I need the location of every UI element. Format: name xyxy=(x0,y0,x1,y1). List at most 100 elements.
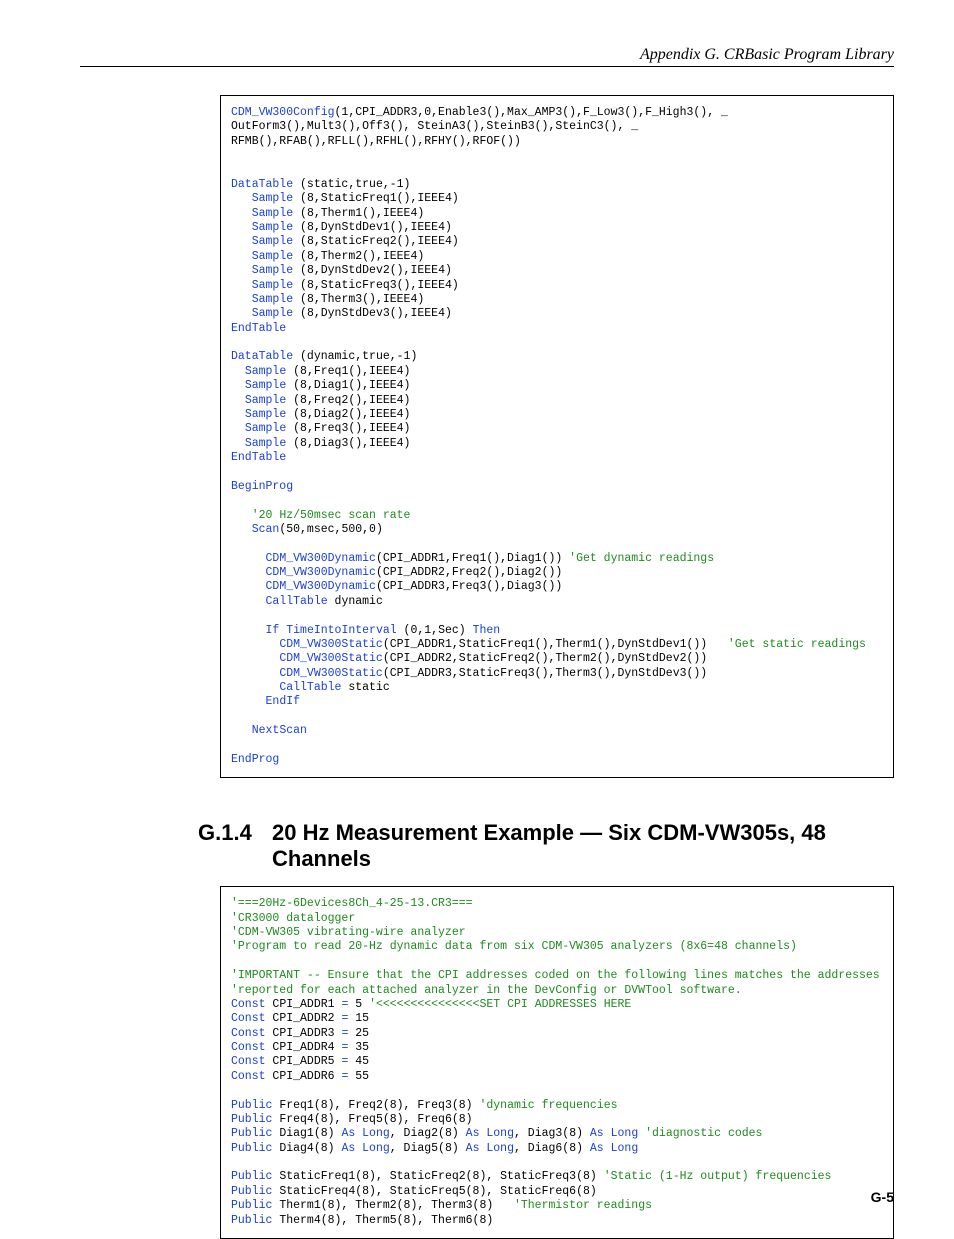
code-token: CallTable xyxy=(279,681,341,694)
code-token xyxy=(231,365,245,378)
code-token xyxy=(231,509,252,522)
code-token xyxy=(231,580,266,593)
code-token xyxy=(231,638,279,651)
code-token: As Long xyxy=(341,1127,389,1140)
code-token: CDM_VW300Static xyxy=(279,652,383,665)
code-token: '<<<<<<<<<<<<<<<SET CPI ADDRESSES HERE xyxy=(369,998,631,1011)
code-token: EndIf xyxy=(266,695,301,708)
code-token: , Diag5(8) xyxy=(390,1142,466,1155)
code-token: (static,true,-1) xyxy=(293,178,410,191)
section-heading: G.1.4 20 Hz Measurement Example — Six CD… xyxy=(198,820,894,872)
code-token xyxy=(231,279,252,292)
code-token: 'Static (1-Hz output) frequencies xyxy=(604,1170,832,1183)
code-token: CDM_VW300Static xyxy=(279,667,383,680)
section-title: 20 Hz Measurement Example — Six CDM-VW30… xyxy=(272,820,894,872)
code-token: Therm1(8), Therm2(8), Therm3(8) xyxy=(272,1199,514,1212)
code-token: Diag4(8) xyxy=(272,1142,341,1155)
code-token xyxy=(231,250,252,263)
code-token xyxy=(231,235,252,248)
code-token: 'Get static readings xyxy=(728,638,866,651)
running-header: Appendix G. CRBasic Program Library xyxy=(80,46,894,67)
code-token: Const xyxy=(231,1041,266,1054)
code-token: CPI_ADDR4 xyxy=(266,1041,342,1054)
code-token xyxy=(231,307,252,320)
code-token: , Diag6(8) xyxy=(514,1142,590,1155)
code-token: dynamic xyxy=(328,595,383,608)
code-token: Sample xyxy=(245,408,286,421)
code-token: Sample xyxy=(252,221,293,234)
code-token: (8,DynStdDev1(),IEEE4) xyxy=(293,221,452,234)
code-token: (8,Freq2(),IEEE4) xyxy=(286,394,410,407)
code-token xyxy=(231,695,266,708)
code-token: 'CR3000 datalogger xyxy=(231,912,355,925)
code-token: EndTable xyxy=(231,322,286,335)
code-token: StaticFreq1(8), StaticFreq2(8), StaticFr… xyxy=(272,1170,603,1183)
code-token: 45 xyxy=(348,1055,369,1068)
code-token: '20 Hz/50msec scan rate xyxy=(252,509,411,522)
code-token: CDM_VW300Dynamic xyxy=(266,580,376,593)
code-token: (50,msec,500,0) xyxy=(279,523,383,536)
code-token: OutForm3(),Mult3(),Off3(), SteinA3(),Ste… xyxy=(231,120,638,133)
code-token: Scan xyxy=(252,523,280,536)
code-token: Sample xyxy=(252,307,293,320)
section-number: G.1.4 xyxy=(198,820,272,872)
code-token: CDM_VW300Config xyxy=(231,106,335,119)
code-token: Freq1(8), Freq2(8), Freq3(8) xyxy=(272,1099,479,1112)
code-token xyxy=(231,437,245,450)
code-token: Public xyxy=(231,1113,272,1126)
code-listing-2: '===20Hz-6Devices8Ch_4-25-13.CR3=== 'CR3… xyxy=(220,886,894,1239)
code-token xyxy=(231,379,245,392)
code-token: (8,Freq1(),IEEE4) xyxy=(286,365,410,378)
code-token: EndProg xyxy=(231,753,279,766)
code-token xyxy=(231,523,252,536)
code-token: 55 xyxy=(348,1070,369,1083)
code-token: (1,CPI_ADDR3,0,Enable3(),Max_AMP3(),F_Lo… xyxy=(335,106,728,119)
code-token xyxy=(231,724,252,737)
code-token: As Long xyxy=(590,1142,638,1155)
code-token: Sample xyxy=(252,279,293,292)
code-token xyxy=(231,207,252,220)
page-number: G-5 xyxy=(871,1189,894,1205)
code-token: DataTable xyxy=(231,350,293,363)
code-token: CPI_ADDR5 xyxy=(266,1055,342,1068)
code-token: CDM_VW300Dynamic xyxy=(266,552,376,565)
code-token: Sample xyxy=(252,192,293,205)
code-token: 'Get dynamic readings xyxy=(569,552,714,565)
code-token: Sample xyxy=(252,235,293,248)
code-token: (8,Therm2(),IEEE4) xyxy=(293,250,424,263)
code-token xyxy=(231,566,266,579)
code-token xyxy=(231,394,245,407)
code-token: 'diagnostic codes xyxy=(645,1127,762,1140)
code-token: 25 xyxy=(348,1027,369,1040)
code-token: Const xyxy=(231,1027,266,1040)
code-token: Public xyxy=(231,1170,272,1183)
code-token: Diag1(8) xyxy=(272,1127,341,1140)
code-token: (CPI_ADDR2,Freq2(),Diag2()) xyxy=(376,566,562,579)
code-token: BeginProg xyxy=(231,480,293,493)
code-token xyxy=(231,422,245,435)
code-token: As Long xyxy=(466,1142,514,1155)
code-token: (0,1,Sec) xyxy=(397,624,473,637)
code-token: Sample xyxy=(245,379,286,392)
code-token: 'Program to read 20-Hz dynamic data from… xyxy=(231,940,797,953)
code-token: (CPI_ADDR1,Freq1(),Diag1()) xyxy=(376,552,569,565)
code-token: (8,Therm3(),IEEE4) xyxy=(293,293,424,306)
code-token xyxy=(231,293,252,306)
code-token: 'IMPORTANT -- Ensure that the CPI addres… xyxy=(231,969,880,982)
code-token xyxy=(231,552,266,565)
code-token: CallTable xyxy=(266,595,328,608)
code-token: (CPI_ADDR1,StaticFreq1(),Therm1(),DynStd… xyxy=(383,638,728,651)
code-token: (8,StaticFreq1(),IEEE4) xyxy=(293,192,459,205)
code-token: Const xyxy=(231,1070,266,1083)
code-token: (8,Freq3(),IEEE4) xyxy=(286,422,410,435)
code-token: Sample xyxy=(245,365,286,378)
code-token: CDM_VW300Dynamic xyxy=(266,566,376,579)
code-token: If xyxy=(266,624,280,637)
code-token: 35 xyxy=(348,1041,369,1054)
code-token: StaticFreq4(8), StaticFreq5(8), StaticFr… xyxy=(272,1185,596,1198)
code-token: Sample xyxy=(252,207,293,220)
code-token: '===20Hz-6Devices8Ch_4-25-13.CR3=== xyxy=(231,897,473,910)
code-token: (8,StaticFreq3(),IEEE4) xyxy=(293,279,459,292)
code-token xyxy=(231,681,279,694)
code-token: Public xyxy=(231,1142,272,1155)
